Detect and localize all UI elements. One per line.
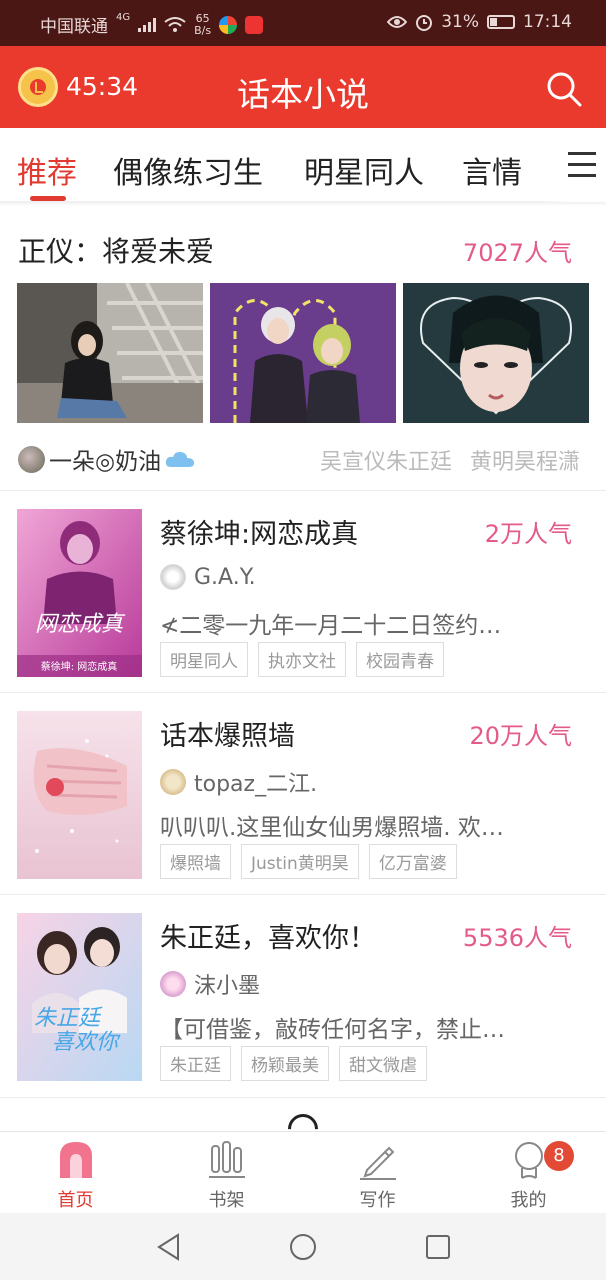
clock: 17:14 <box>523 12 572 32</box>
book-popularity: 2万人气 <box>484 520 572 548</box>
book-tags: 朱正廷 杨颖最美 甜文微虐 <box>160 1046 427 1081</box>
nav-home-label: 首页 <box>57 1190 94 1211</box>
book-author[interactable]: G.A.Y. <box>160 564 256 590</box>
featured-title[interactable]: 正仪：将爱未爱 <box>18 230 214 270</box>
nav-profile[interactable]: 我的 <box>453 1132 604 1214</box>
book-popularity: 20万人气 <box>469 722 572 750</box>
book-popularity: 5536人气 <box>462 924 572 952</box>
home-icon <box>60 1142 92 1178</box>
book-tag[interactable]: 执亦文社 <box>258 642 346 677</box>
nav-write-label: 写作 <box>359 1190 396 1211</box>
book-description: ≮二零一九年一月二十二日签约… <box>160 613 502 639</box>
book-title[interactable]: 话本爆照墙 <box>160 714 295 753</box>
speed-unit: B/s <box>194 23 212 37</box>
network-type: 4G <box>116 12 131 23</box>
active-tab-indicator <box>30 196 66 201</box>
divider <box>0 894 606 895</box>
book-item[interactable]: 网恋成真 蔡徐坤: 网恋成真 蔡徐坤:网恋成真 2万人气 G.A.Y. ≮二零一… <box>0 492 606 692</box>
news-app-icon <box>245 15 264 34</box>
back-icon[interactable] <box>156 1233 182 1261</box>
book-description: 【可借鉴，敲砖任何名字，禁止… <box>160 1017 505 1043</box>
svg-text:网恋成真: 网恋成真 <box>35 612 126 637</box>
book-tags: 爆照墙 Justin黄明昊 亿万富婆 <box>160 844 457 879</box>
book-item[interactable]: 朱正廷 喜欢你 朱正廷，喜欢你！ 5536人气 沫小墨 【可借鉴，敲砖任何名字，… <box>0 896 606 1096</box>
nav-write[interactable]: 写作 <box>302 1132 453 1214</box>
book-author-name: 沫小墨 <box>194 974 261 999</box>
featured-image-1[interactable] <box>17 283 203 423</box>
recents-icon[interactable] <box>425 1234 451 1260</box>
author-avatar <box>160 971 186 997</box>
nav-profile-label: 我的 <box>510 1190 547 1211</box>
book-tag[interactable]: 爆照墙 <box>160 844 231 879</box>
cloud-icon <box>165 451 195 467</box>
tab-idol-trainee[interactable]: 偶像练习生 <box>113 148 263 192</box>
featured-tag[interactable]: 黄明昊程潇 <box>470 444 580 476</box>
book-cover[interactable]: 朱正廷 喜欢你 <box>17 913 142 1081</box>
book-author[interactable]: 沫小墨 <box>160 968 260 1000</box>
alarm-icon <box>416 15 433 31</box>
browser-app-icon <box>219 15 238 34</box>
search-icon[interactable] <box>545 70 583 108</box>
book-cover[interactable]: 网恋成真 蔡徐坤: 网恋成真 <box>17 509 142 677</box>
book-tag[interactable]: Justin黄明昊 <box>241 844 359 879</box>
tab-romance[interactable]: 言情 <box>462 148 522 192</box>
book-cover-caption: 蔡徐坤: 网恋成真 <box>41 660 118 673</box>
category-menu-icon[interactable] <box>568 152 596 178</box>
book-tag[interactable]: 杨颖最美 <box>241 1046 329 1081</box>
book-author[interactable]: topaz_二江. <box>160 766 317 798</box>
battery-percent: 31% <box>441 12 479 32</box>
battery-icon <box>487 15 515 29</box>
home-circle-icon[interactable] <box>289 1233 317 1261</box>
eye-icon <box>387 16 408 28</box>
book-tag[interactable]: 甜文微虐 <box>339 1046 427 1081</box>
divider <box>0 692 606 693</box>
wifi-icon <box>164 16 186 32</box>
carrier-label: 中国联通 <box>40 17 108 37</box>
tab-celebrity-fanfic[interactable]: 明星同人 <box>304 148 424 192</box>
author-avatar <box>160 564 186 590</box>
author-avatar <box>18 445 45 473</box>
book-title[interactable]: 蔡徐坤:网恋成真 <box>160 512 358 551</box>
featured-image-3[interactable] <box>403 283 589 423</box>
svg-text:朱正廷: 朱正廷 <box>34 1006 103 1031</box>
book-tag[interactable]: 校园青春 <box>356 642 444 677</box>
author-avatar <box>160 769 186 795</box>
featured-tag[interactable]: 吴宣仪朱正廷 <box>320 444 452 476</box>
nav-home[interactable]: 首页 <box>0 1132 151 1214</box>
book-tag[interactable]: 朱正廷 <box>160 1046 231 1081</box>
book-tags: 明星同人 执亦文社 校园青春 <box>160 642 444 677</box>
status-bar: 中国联通 4G 65 B/s 31% 17:14 <box>0 0 606 46</box>
nav-bookshelf[interactable]: 书架 <box>151 1132 302 1214</box>
book-tag[interactable]: 亿万富婆 <box>368 844 457 879</box>
network-speed: 65 B/s <box>194 12 212 37</box>
divider <box>0 1097 606 1098</box>
app-title: 话本小说 <box>237 75 369 114</box>
book-cover[interactable] <box>17 711 142 879</box>
notification-badge: 8 <box>544 1141 574 1171</box>
book-title[interactable]: 朱正廷，喜欢你！ <box>160 916 376 955</box>
divider <box>0 490 606 491</box>
category-tabs: 推荐 偶像练习生 明星同人 言情 <box>0 128 606 202</box>
tab-shadow <box>0 202 606 206</box>
book-author-name: topaz_二江. <box>194 772 318 797</box>
app-header: 45:34 话本小说 <box>0 46 606 128</box>
tab-recommend[interactable]: 推荐 <box>17 148 77 192</box>
featured-image-2[interactable] <box>210 283 396 423</box>
bookshelf-icon <box>209 1141 245 1178</box>
signal-icon <box>138 17 157 32</box>
svg-text:喜欢你: 喜欢你 <box>52 1030 121 1055</box>
pencil-icon <box>360 1146 396 1180</box>
book-item[interactable]: 话本爆照墙 20万人气 topaz_二江. 叭叭叭.这里仙女仙男爆照墙. 欢… … <box>0 694 606 894</box>
profile-icon <box>515 1142 543 1179</box>
system-navigation-bar <box>0 1213 606 1280</box>
book-description: 叭叭叭.这里仙女仙男爆照墙. 欢… <box>160 815 504 841</box>
featured-author-name: 一朵◎奶油 <box>49 449 162 475</box>
featured-popularity: 7027人气 <box>462 239 572 267</box>
nav-bookshelf-label: 书架 <box>208 1190 245 1211</box>
bottom-navigation: 首页 书架 写作 我的 <box>0 1131 606 1213</box>
featured-author[interactable]: 一朵◎奶油 <box>18 442 195 476</box>
book-tag[interactable]: 明星同人 <box>160 642 248 677</box>
book-author-name: G.A.Y. <box>194 564 256 590</box>
featured-tags: 吴宣仪朱正廷 黄明昊程潇 <box>320 444 580 476</box>
